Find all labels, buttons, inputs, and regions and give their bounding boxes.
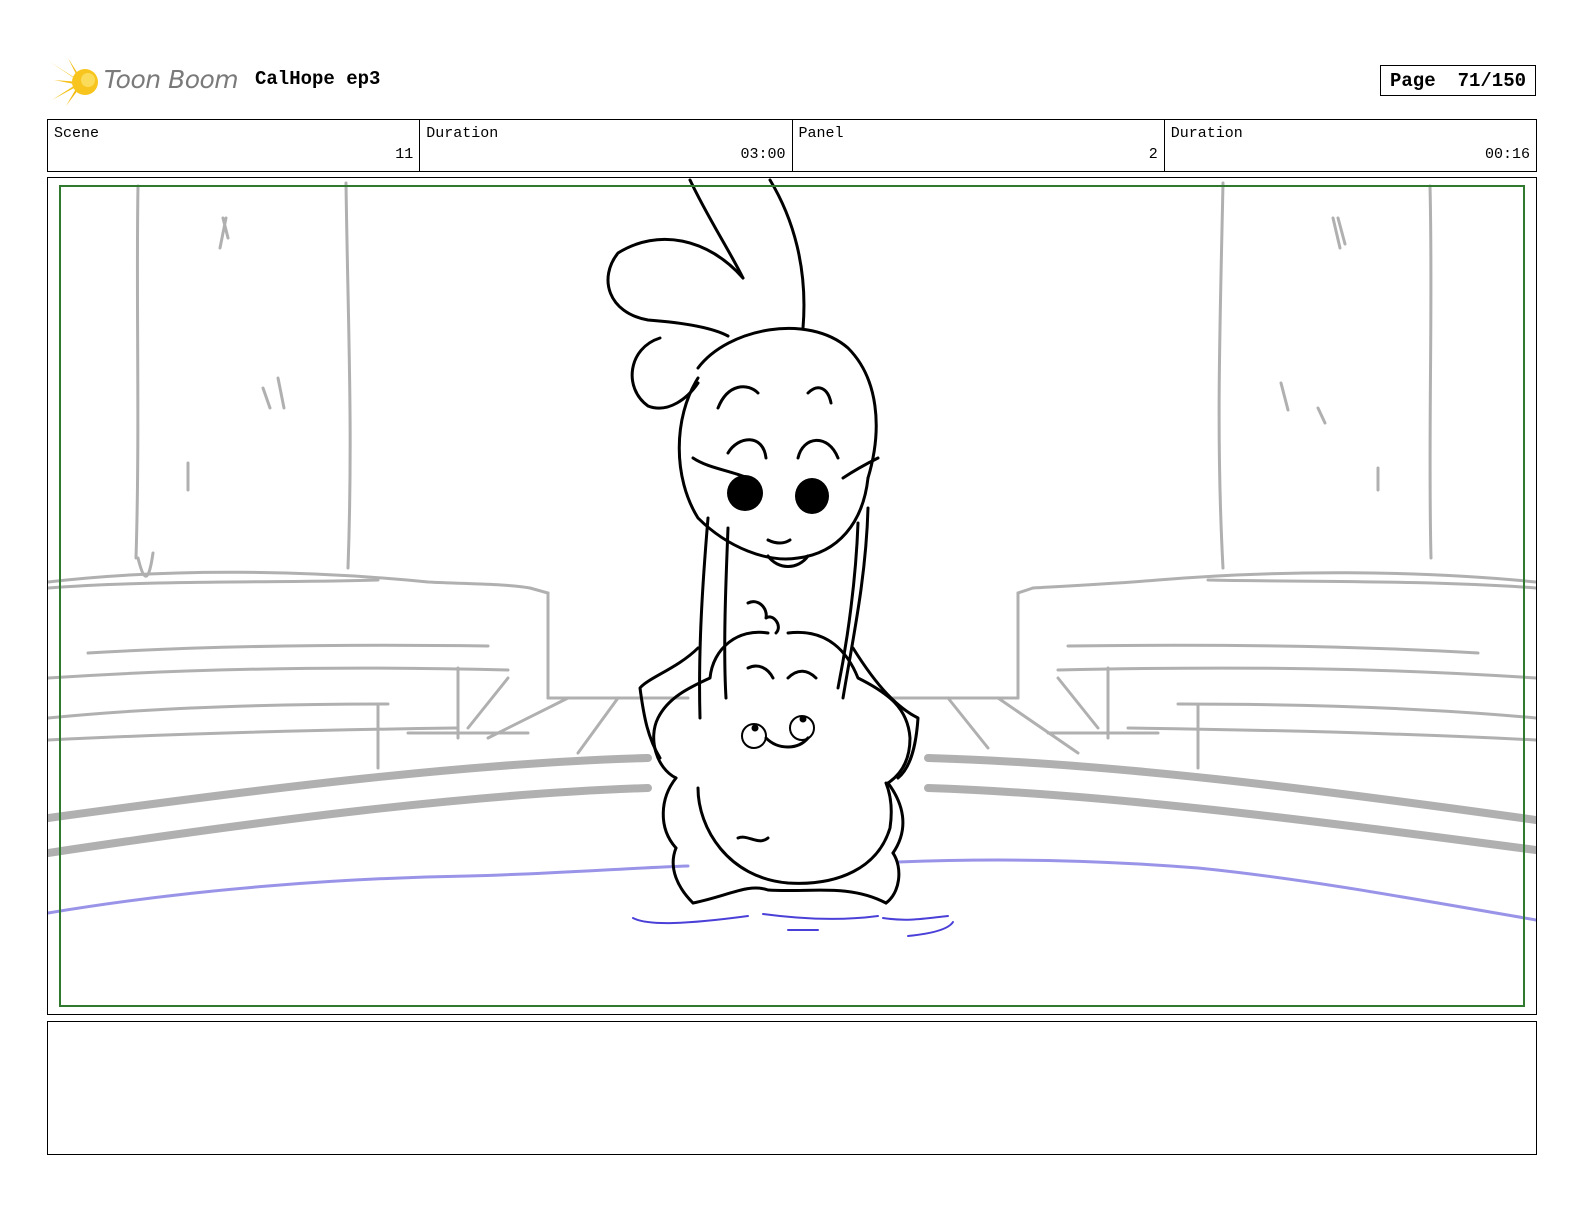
project-title: CalHope ep3	[255, 68, 381, 90]
panel-cell: Panel 2	[791, 120, 1164, 171]
panel-duration-cell: Duration 00:16	[1163, 120, 1536, 171]
toon-boom-logo: Toon Boom	[50, 56, 240, 108]
page-label: Page	[1389, 69, 1436, 92]
scene-duration-cell: Duration 03:00	[419, 120, 791, 171]
scene-duration-label: Duration	[426, 125, 499, 142]
scene-duration-value: 03:00	[740, 146, 786, 163]
scene-label: Scene	[54, 125, 100, 142]
page-number: 71/150	[1457, 69, 1527, 92]
panel-info-table: Scene 11 Duration 03:00 Panel 2 Duration…	[47, 119, 1537, 172]
logo-text: Toon Boom	[104, 65, 239, 94]
sunburst-icon	[50, 58, 98, 106]
panel-duration-label: Duration	[1170, 125, 1243, 142]
scene-cell: Scene 11	[48, 120, 419, 171]
safe-frame	[59, 185, 1525, 1007]
panel-label: Panel	[798, 125, 844, 142]
panel-duration-value: 00:16	[1484, 146, 1530, 163]
page-indicator: Page 71/150	[1380, 65, 1536, 96]
panel-notes-box	[47, 1021, 1537, 1155]
scene-value: 11	[395, 146, 414, 163]
panel-value: 2	[1148, 146, 1158, 163]
